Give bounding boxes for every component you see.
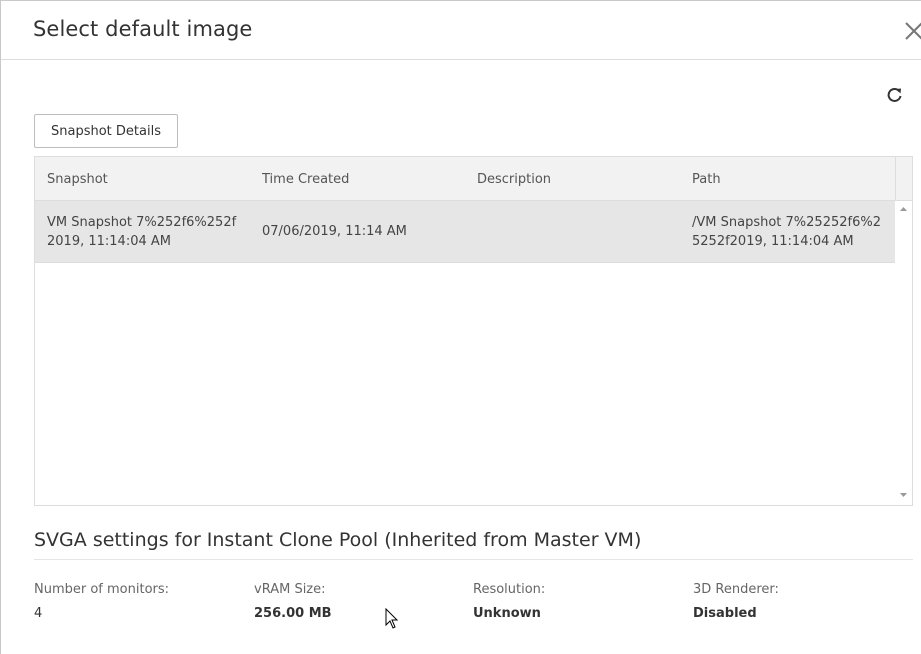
column-header-description[interactable]: Description xyxy=(477,172,551,187)
cell-path-line1: /VM Snapshot 7%25252f6%2 xyxy=(692,215,881,230)
grid-header: Snapshot Time Created Description Path xyxy=(35,157,912,201)
dialog-title: Select default image xyxy=(33,17,253,41)
setting-3d-renderer: 3D Renderer: Disabled xyxy=(693,582,903,621)
setting-value: Unknown xyxy=(473,606,541,621)
column-header-time-created[interactable]: Time Created xyxy=(262,172,349,187)
column-header-path[interactable]: Path xyxy=(692,172,721,187)
snapshot-details-button[interactable]: Snapshot Details xyxy=(34,114,178,148)
cell-snapshot: VM Snapshot 7%252f6%252f 2019, 11:14:04 … xyxy=(47,213,236,251)
setting-resolution: Resolution: Unknown xyxy=(473,582,683,621)
dialog-header: Select default image xyxy=(1,1,921,60)
setting-value: 4 xyxy=(34,606,43,621)
scroll-down-arrow-icon[interactable] xyxy=(899,491,908,499)
close-icon[interactable] xyxy=(903,20,921,42)
cell-path-line2: 5252f2019, 11:14:04 AM xyxy=(692,234,854,249)
header-divider xyxy=(895,157,896,201)
cell-path: /VM Snapshot 7%25252f6%2 5252f2019, 11:1… xyxy=(692,213,881,251)
setting-label: vRAM Size: xyxy=(254,582,326,597)
mouse-cursor-icon xyxy=(385,608,399,629)
setting-label: Number of monitors: xyxy=(34,582,170,597)
cell-snapshot-line1: VM Snapshot 7%252f6%252f xyxy=(47,215,237,230)
setting-label: Resolution: xyxy=(473,582,546,597)
section-divider xyxy=(34,559,913,560)
refresh-icon[interactable] xyxy=(885,85,905,105)
cell-time-created: 07/06/2019, 11:14 AM xyxy=(262,224,407,239)
snapshot-grid: Snapshot Time Created Description Path V… xyxy=(34,156,913,506)
grid-scrollbar[interactable] xyxy=(895,201,912,505)
cell-snapshot-line2: 2019, 11:14:04 AM xyxy=(47,234,171,249)
scroll-up-arrow-icon[interactable] xyxy=(899,205,908,213)
table-row[interactable]: VM Snapshot 7%252f6%252f 2019, 11:14:04 … xyxy=(35,201,895,263)
setting-vram-size: vRAM Size: 256.00 MB xyxy=(254,582,464,621)
column-header-snapshot[interactable]: Snapshot xyxy=(47,172,108,187)
setting-value: 256.00 MB xyxy=(254,606,332,621)
select-default-image-dialog: Select default image Snapshot Details Sn… xyxy=(0,0,921,654)
setting-value: Disabled xyxy=(693,606,757,621)
svga-settings-title: SVGA settings for Instant Clone Pool (In… xyxy=(34,529,642,551)
setting-label: 3D Renderer: xyxy=(693,582,779,597)
setting-number-of-monitors: Number of monitors: 4 xyxy=(34,582,244,621)
